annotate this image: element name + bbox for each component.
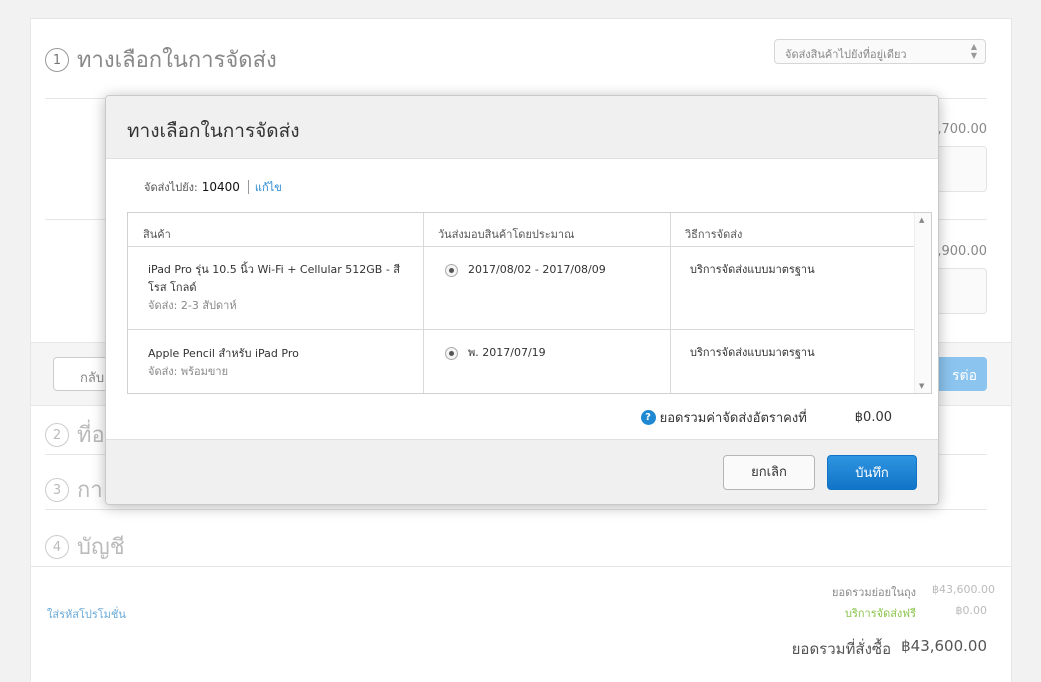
save-button[interactable]: บันทึก <box>827 455 917 490</box>
total-row: ยอดรวมที่สั่งซื้อ ฿43,600.00 <box>792 637 987 661</box>
modal-footer: ยกเลิก บันทึก <box>106 439 938 504</box>
step-number: 3 <box>45 477 69 502</box>
product-cell: iPad Pro รุ่น 10.5 นิ้ว Wi-Fi + Cellular… <box>148 261 403 315</box>
question-circle-icon[interactable]: ? <box>640 410 656 425</box>
step-2-header: 2 ที่อ <box>45 417 105 452</box>
cancel-button[interactable]: ยกเลิก <box>723 455 815 490</box>
subtotal-row: ยอดรวมย่อยในถุง ฿43,600.00 <box>832 583 995 601</box>
step-title: ทางเลือกในการจัดส่ง <box>77 48 277 73</box>
select-value: จัดส่งสินค้าไปยังที่อยู่เดียว <box>785 48 907 61</box>
row-divider <box>128 329 915 330</box>
separator <box>247 180 249 194</box>
product-name: Apple Pencil สำหรับ iPad Pro <box>148 347 299 360</box>
promo-code-link[interactable]: ใส่รหัสโปรโมชั่น <box>47 605 126 623</box>
ship-to-zip: 10400 <box>201 180 240 194</box>
delivery-address-select[interactable]: จัดส่งสินค้าไปยังที่อยู่เดียว ▲ ▼ <box>774 39 986 64</box>
shipping-note: จัดส่ง: พร้อมขาย <box>148 365 229 378</box>
triangle-up-icon[interactable]: ▲ <box>919 216 924 224</box>
ship-to-label: จัดส่งไปยัง: <box>144 181 198 194</box>
delivery-radio[interactable] <box>445 264 458 277</box>
step-number: 4 <box>45 534 69 559</box>
total-label: ยอดรวมที่สั่งซื้อ <box>791 640 892 658</box>
divider <box>45 509 987 510</box>
modal-title: ทางเลือกในการจัดส่ง <box>127 120 300 142</box>
step-number: 2 <box>45 422 69 447</box>
ship-to: จัดส่งไปยัง: 10400 แก้ไข <box>144 178 282 196</box>
shipping-method: บริการจัดส่งแบบมาตรฐาน <box>690 346 815 359</box>
select-arrows-icon: ▲ ▼ <box>970 42 977 60</box>
shipping-label: บริการจัดส่งฟรี <box>844 607 916 620</box>
product-name: iPad Pro รุ่น 10.5 นิ้ว Wi-Fi + Cellular… <box>148 263 401 294</box>
product-cell: Apple Pencil สำหรับ iPad Pro จัดส่ง: พร้… <box>148 345 403 381</box>
step-title: กา <box>77 478 103 503</box>
shipping-total: ? ยอดรวมค่าจัดส่งอัตราคงที่ ฿0.00 <box>640 407 892 428</box>
shipping-method: บริการจัดส่งแบบมาตรฐาน <box>690 263 815 276</box>
column-header: วันส่งมอบสินค้าโดยประมาณ <box>423 213 670 247</box>
step-number: 1 <box>45 47 69 72</box>
shipping-table: สินค้า วันส่งมอบสินค้าโดยประมาณ วิธีการจ… <box>127 212 932 394</box>
shipping-options-modal: ทางเลือกในการจัดส่ง จัดส่งไปยัง: 10400 แ… <box>105 95 939 505</box>
column-header: สินค้า <box>128 213 423 247</box>
edit-link[interactable]: แก้ไข <box>255 178 282 196</box>
triangle-down-icon[interactable]: ▼ <box>919 382 924 390</box>
step-1-header: 1 ทางเลือกในการจัดส่ง <box>45 42 277 77</box>
shipping-total-value: ฿0.00 <box>854 410 892 425</box>
shipping-row: บริการจัดส่งฟรี ฿0.00 <box>845 604 987 622</box>
delivery-date: 2017/08/02 - 2017/08/09 <box>468 263 606 276</box>
order-summary: ใส่รหัสโปรโมชั่น ยอดรวมย่อยในถุง ฿43,600… <box>31 566 1011 682</box>
step-3-header: 3 กา <box>45 472 103 507</box>
shipping-total-label: ยอดรวมค่าจัดส่งอัตราคงที่ <box>659 411 807 426</box>
step-4-header: 4 บัญชี <box>45 529 125 564</box>
total-value: ฿43,600.00 <box>901 637 987 655</box>
delivery-radio[interactable] <box>445 347 458 360</box>
table-scrollbar[interactable]: ▲ ▼ <box>914 213 931 393</box>
step-title: บัญชี <box>77 535 125 560</box>
step-title: ที่อ <box>77 423 105 448</box>
subtotal-label: ยอดรวมย่อยในถุง <box>832 586 916 599</box>
delivery-date: พ. 2017/07/19 <box>468 346 546 359</box>
subtotal-value: ฿43,600.00 <box>932 583 995 596</box>
column-header: วิธีการจัดส่ง <box>670 213 917 247</box>
shipping-note: จัดส่ง: 2-3 สัปดาห์ <box>148 299 237 312</box>
column-divider <box>670 213 671 393</box>
shipping-value: ฿0.00 <box>955 604 988 617</box>
column-divider <box>423 213 424 393</box>
